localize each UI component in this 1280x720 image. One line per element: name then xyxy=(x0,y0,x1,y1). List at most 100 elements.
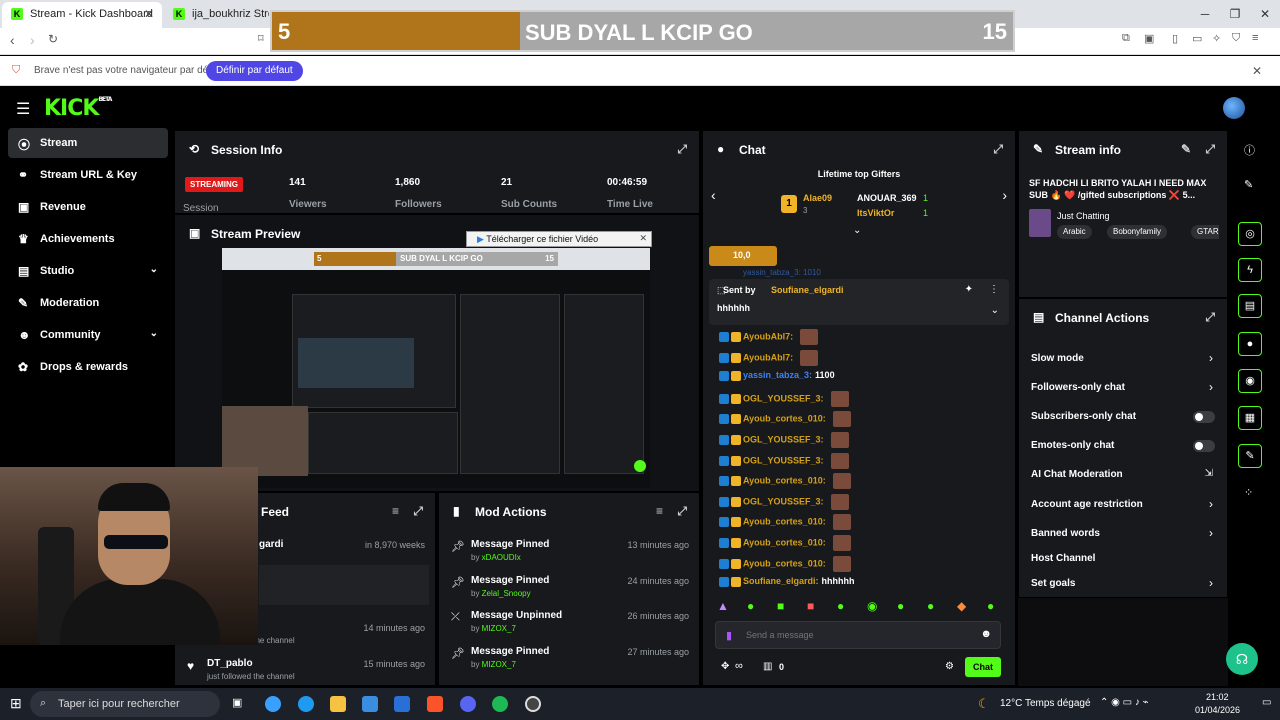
chat-message[interactable]: OGL_YOUSSEF_3: xyxy=(719,493,849,510)
copilot-icon[interactable] xyxy=(265,696,281,712)
tag-pill[interactable]: Bobonyfamily xyxy=(1107,225,1168,239)
chat-message[interactable]: OGL_YOUSSEF_3: xyxy=(719,390,849,407)
spotify-icon[interactable] xyxy=(492,696,508,712)
support-headset-button[interactable]: ☊ xyxy=(1226,643,1258,675)
minimize-icon[interactable]: ─ xyxy=(1190,0,1220,28)
chat-input[interactable] xyxy=(746,626,976,644)
chat-message[interactable]: Ayoub_cortes_010: xyxy=(719,473,851,490)
chat-message[interactable]: OGL_YOUSSEF_3: xyxy=(719,452,849,469)
leo-icon[interactable]: ✧ xyxy=(1212,32,1221,45)
chat-username[interactable]: yassin_tabza_3: xyxy=(743,370,812,380)
bookmark-icon[interactable]: ⌑ xyxy=(258,32,264,45)
chat-username[interactable]: Ayoub_cortes_010: xyxy=(743,558,826,568)
chat-message[interactable]: OGL_YOUSSEF_3: xyxy=(719,432,849,448)
mod-action-user[interactable]: MIZOX_7 xyxy=(482,624,516,633)
expand-icon[interactable]: ⤢ xyxy=(677,504,687,519)
rail-button-lightning[interactable]: ϟ xyxy=(1238,258,1262,282)
edit-icon[interactable]: ✎ xyxy=(1181,142,1191,156)
wallet-browser-icon[interactable]: ▭ xyxy=(1192,32,1202,45)
slow-mode-item[interactable]: Slow mode xyxy=(1031,353,1084,364)
emote-icon[interactable]: ● xyxy=(837,599,844,613)
category-name[interactable]: Just Chatting xyxy=(1057,211,1110,221)
account-age-item[interactable]: Account age restriction xyxy=(1031,499,1143,510)
emotes-only-item[interactable]: Emotes-only chat xyxy=(1031,440,1114,451)
chat-message[interactable]: yassin_tabza_3: 1100 xyxy=(719,370,835,381)
emote-icon[interactable]: ■ xyxy=(807,599,814,613)
rail-button-chat[interactable]: ● xyxy=(1238,332,1262,356)
mod-action-user[interactable]: MIZOX_7 xyxy=(482,660,516,669)
close-tab-icon[interactable]: ✕ xyxy=(144,7,154,21)
back-icon[interactable]: ‹ xyxy=(10,32,15,48)
store-icon[interactable] xyxy=(362,696,378,712)
panel-icon[interactable]: ▯ xyxy=(1172,32,1178,45)
emote-icon[interactable]: ● xyxy=(897,599,904,613)
brave-icon[interactable] xyxy=(427,696,443,712)
sidebar-item-community[interactable]: ☻ Community ⌄ xyxy=(8,320,168,350)
subscribers-only-toggle[interactable] xyxy=(1193,411,1215,423)
chat-username[interactable]: AyoubAbl7: xyxy=(743,331,793,341)
chevron-right-icon[interactable]: › xyxy=(1209,380,1213,394)
clock-time[interactable]: 21:02 xyxy=(1206,692,1229,702)
file-explorer-icon[interactable] xyxy=(330,696,346,712)
tray-icons[interactable]: ⌃ ◉ ▭ ♪ ⌁ xyxy=(1100,697,1149,708)
gifter-name[interactable]: ANOUAR_369 xyxy=(857,193,917,203)
sidebar-toggle-icon[interactable]: ▣ xyxy=(1144,32,1154,45)
mod-action-user[interactable]: Zelal_Snoopy xyxy=(482,589,531,598)
discord-icon[interactable] xyxy=(460,696,476,712)
taskbar-search[interactable]: ⌕ Taper ici pour rechercher xyxy=(30,691,220,717)
user-avatar[interactable] xyxy=(1223,97,1245,119)
tag-pill[interactable]: GTARP xyxy=(1191,225,1219,239)
chat-message[interactable]: AyoubAbl7: xyxy=(719,329,819,345)
chat-username[interactable]: Ayoub_cortes_010: xyxy=(743,517,826,527)
set-default-button[interactable]: Définir par défaut xyxy=(206,61,303,81)
settings-icon[interactable]: ✥ xyxy=(721,661,729,672)
emote-icon[interactable]: ● xyxy=(747,599,754,613)
chat-username[interactable]: Ayoub_cortes_010: xyxy=(743,414,826,424)
mail-icon[interactable] xyxy=(394,696,410,712)
filter-icon[interactable]: ≡ xyxy=(656,504,663,518)
chat-message[interactable]: Ayoub_cortes_010: xyxy=(719,514,851,531)
expand-icon[interactable]: ⤢ xyxy=(677,142,687,157)
close-window-icon[interactable]: ✕ xyxy=(1250,0,1280,28)
close-infobar-icon[interactable]: ✕ xyxy=(1252,64,1262,78)
chat-username[interactable]: OGL_YOUSSEF_3: xyxy=(743,496,824,506)
chat-username[interactable]: OGL_YOUSSEF_3: xyxy=(743,434,824,444)
subscribers-only-item[interactable]: Subscribers-only chat xyxy=(1031,411,1136,422)
sidebar-item-drops[interactable]: ✿ Drops & rewards xyxy=(8,352,168,382)
link-icon[interactable]: ∞ xyxy=(735,660,743,672)
filter-icon[interactable]: ≡ xyxy=(392,504,399,518)
apps-icon[interactable]: ⁘ xyxy=(1244,486,1253,499)
chat-message[interactable]: AyoubAbl7: xyxy=(719,349,819,366)
chat-username[interactable]: OGL_YOUSSEF_3: xyxy=(743,393,824,403)
chevron-right-icon[interactable]: › xyxy=(1209,351,1213,365)
emote-icon[interactable]: ● xyxy=(927,599,934,613)
weather-text[interactable]: 12°C Temps dégagé xyxy=(1000,698,1091,709)
chevron-right-icon[interactable]: › xyxy=(1002,187,1007,203)
sidebar-item-revenue[interactable]: ▣ Revenue xyxy=(8,192,168,222)
sidebar-item-achievements[interactable]: ♛ Achievements xyxy=(8,224,168,254)
chat-username[interactable]: AyoubAbl7: xyxy=(743,352,793,362)
rail-button-layout[interactable]: ▦ xyxy=(1238,406,1262,430)
external-link-icon[interactable]: ⇲ xyxy=(1205,468,1213,479)
pin-icon[interactable]: ✦ xyxy=(965,284,973,295)
emotes-only-toggle[interactable] xyxy=(1193,440,1215,452)
tag-pill[interactable]: Arabic xyxy=(1057,225,1092,239)
mod-action-user[interactable]: xDAOUDIx xyxy=(482,553,521,562)
extensions-icon[interactable]: ⧉ xyxy=(1122,32,1130,45)
obs-icon[interactable] xyxy=(525,696,541,712)
chevron-left-icon[interactable]: ‹ xyxy=(711,187,716,203)
chat-username[interactable]: Ayoub_cortes_010: xyxy=(743,537,826,547)
tab-second-stream[interactable]: K ija_boukhriz Stream - W xyxy=(164,2,269,28)
set-goals-item[interactable]: Set goals xyxy=(1031,578,1075,589)
expand-icon[interactable]: ⤢ xyxy=(1205,142,1215,157)
gift-icon[interactable]: ▥ xyxy=(763,661,772,672)
chevron-right-icon[interactable]: › xyxy=(1209,576,1213,590)
chat-username[interactable]: OGL_YOUSSEF_3: xyxy=(743,455,824,465)
rail-button-broadcast[interactable]: ◉ xyxy=(1238,369,1262,393)
chat-send-button[interactable]: Chat xyxy=(965,657,1001,677)
close-popup-icon[interactable]: ✕ xyxy=(639,233,647,244)
menu-icon[interactable]: ≡ xyxy=(1252,32,1258,44)
emote-icon[interactable]: ◆ xyxy=(957,599,966,613)
rail-button-camera[interactable]: ◎ xyxy=(1238,222,1262,246)
info-icon[interactable]: ⓘ xyxy=(1244,142,1255,158)
